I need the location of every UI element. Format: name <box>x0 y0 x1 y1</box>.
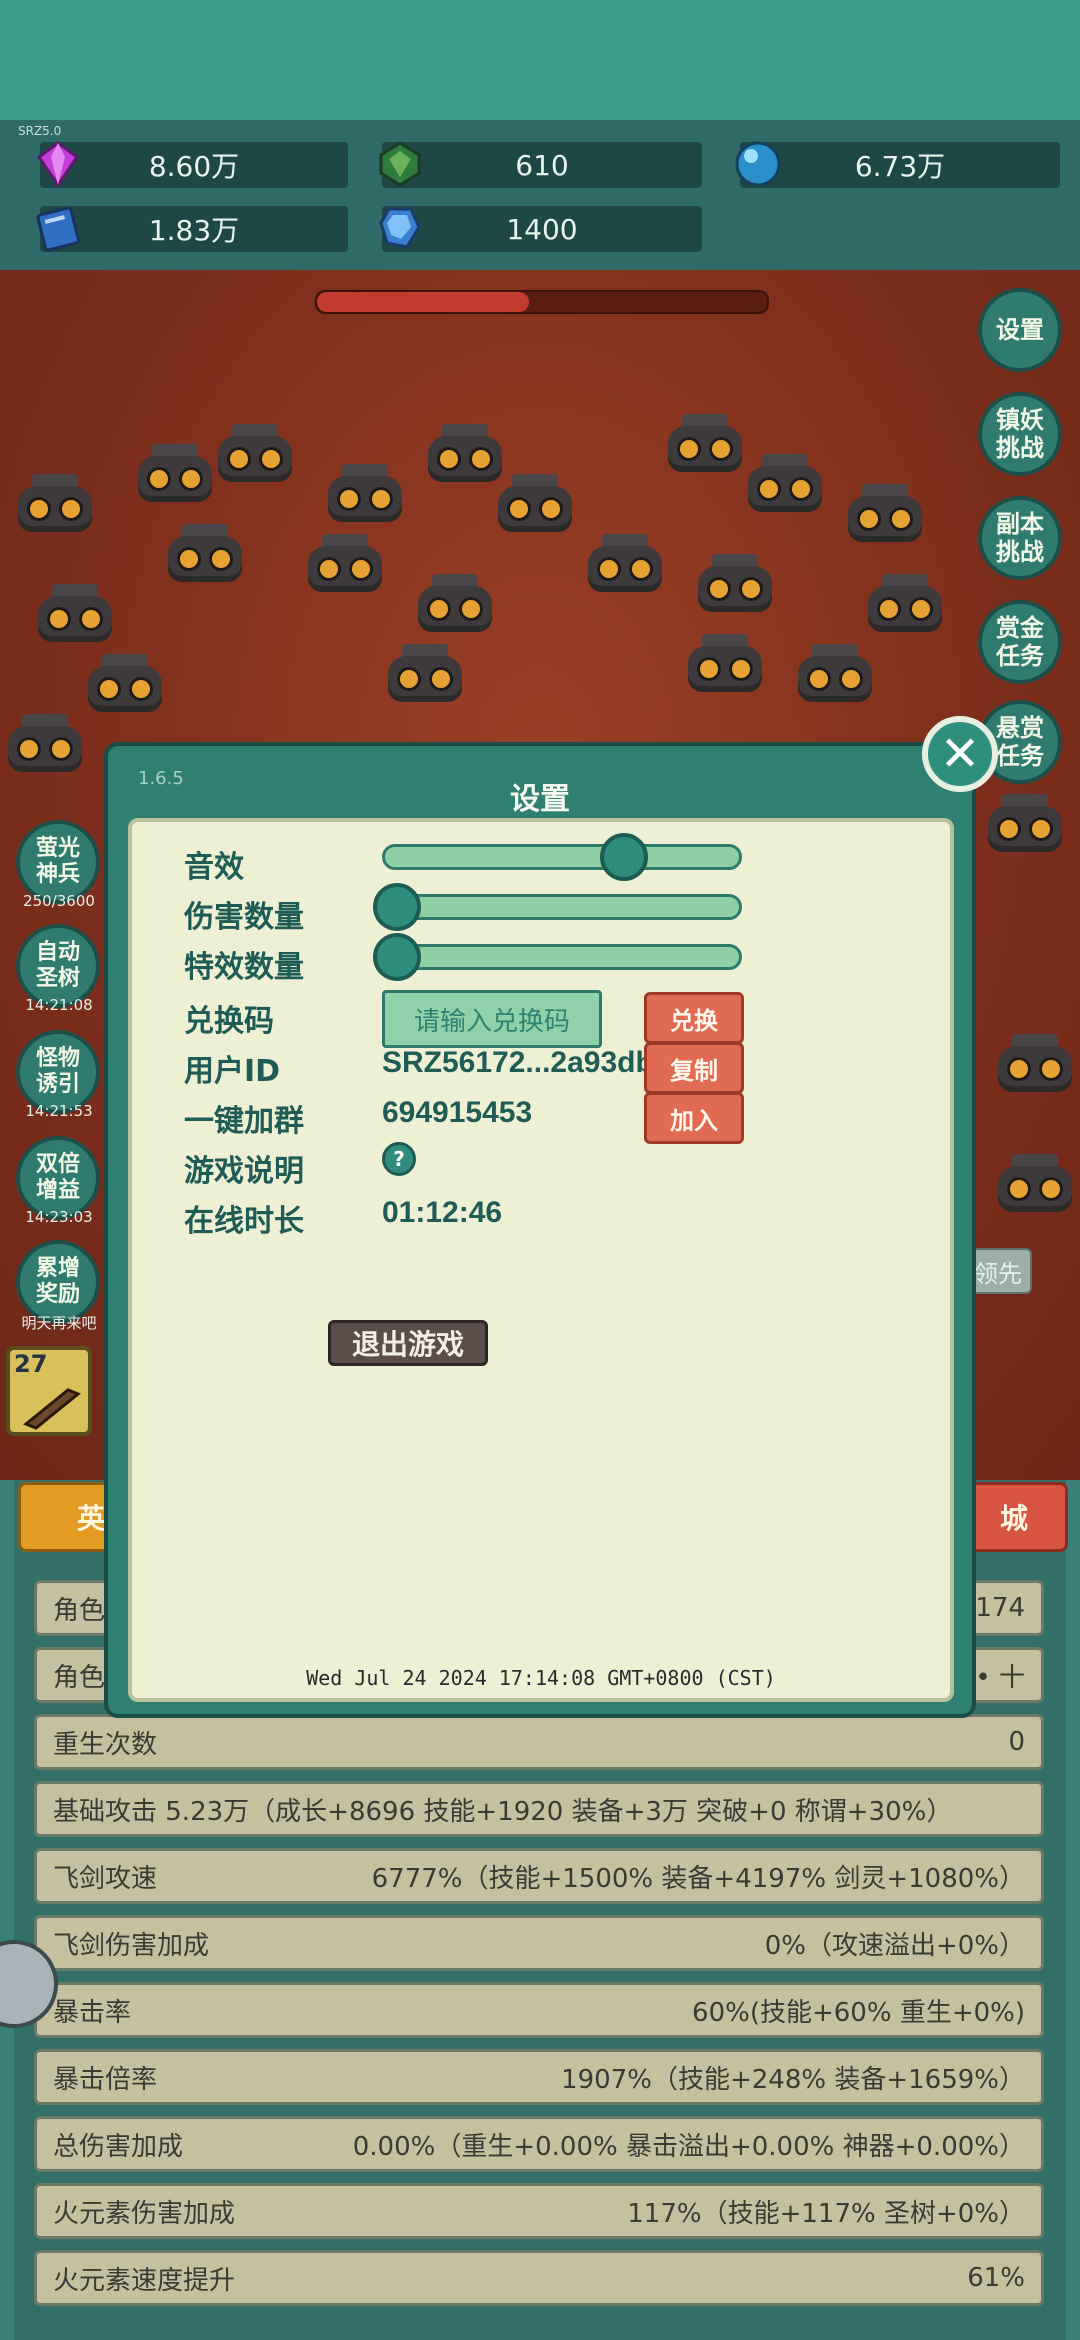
monster-lure-timer: 14:21:53 <box>25 1102 93 1120</box>
stat-row: 基础攻击 5.23万（成长+8696 技能+1920 装备+3万 突破+0 称谓… <box>34 1781 1044 1837</box>
sound-label: 音效 <box>184 850 244 885</box>
robot-enemy <box>0 710 90 780</box>
close-icon[interactable]: ✕ <box>922 716 998 792</box>
redeem-button[interactable]: 兑换 <box>644 992 744 1044</box>
stat-row: 火元素伤害加成 117%（技能+117% 圣树+0%） <box>34 2183 1044 2239</box>
stat-row: 暴击率 60%(技能+60% 重生+0%) <box>34 1982 1044 2038</box>
redeem-code-input[interactable]: 请输入兑换码 <box>382 990 602 1048</box>
status-bar <box>0 0 1080 120</box>
orb-icon <box>734 140 782 188</box>
effect-count-label: 特效数量 <box>184 950 304 985</box>
damage-count-slider[interactable] <box>373 883 742 931</box>
boss-hp-fill <box>317 292 529 312</box>
userid-value: SRZ56172...2a93dbcf <box>382 1046 681 1079</box>
copy-button[interactable]: 复制 <box>644 1042 744 1094</box>
sound-slider-knob[interactable] <box>599 833 648 881</box>
online-time-value: 01:12:46 <box>382 1196 503 1229</box>
resource-crystal: 1400 <box>379 206 702 252</box>
online-time-label: 在线时长 <box>184 1204 304 1239</box>
robot-enemy <box>860 570 950 640</box>
userid-label: 用户ID <box>184 1054 281 1089</box>
sound-slider[interactable] <box>382 833 742 881</box>
stat-row: 火元素速度提升 61% <box>34 2250 1044 2306</box>
group-label: 一键加群 <box>184 1104 304 1139</box>
tab-city[interactable]: 城 <box>960 1482 1068 1552</box>
robot-enemy <box>300 530 390 600</box>
crystal-icon <box>376 204 424 252</box>
stat-row: 重生次数 0 <box>34 1714 1044 1770</box>
robot-enemy <box>130 440 220 510</box>
robot-enemy <box>980 790 1070 860</box>
boss-hp-bar <box>315 290 769 314</box>
cumulative-reward-status: 明天再来吧 <box>21 1314 97 1332</box>
resource-emerald: 610 <box>379 141 702 188</box>
robot-enemy <box>840 480 930 550</box>
robot-enemy <box>490 470 580 540</box>
effect-count-slider-knob[interactable] <box>373 933 421 981</box>
level-badge: 27 <box>14 1350 48 1378</box>
exit-game-button[interactable]: 退出游戏 <box>328 1320 488 1366</box>
robot-enemy <box>690 550 780 620</box>
resource-book: 1.83万 <box>36 206 348 252</box>
emerald-icon <box>376 140 424 188</box>
robot-enemy <box>10 470 100 540</box>
damage-count-slider-knob[interactable] <box>373 883 421 931</box>
redeem-label: 兑换码 <box>184 1004 274 1039</box>
dungeon-challenge-button[interactable]: 副本 挑战 <box>978 496 1062 580</box>
sword-icon <box>22 1384 82 1434</box>
join-group-button[interactable]: 加入 <box>644 1092 744 1144</box>
auto-tree-timer: 14:21:08 <box>25 996 93 1014</box>
resource-gems: 8.60万 <box>36 141 348 188</box>
robot-enemy <box>410 570 500 640</box>
robot-enemy <box>30 580 120 650</box>
robot-enemy <box>160 520 250 590</box>
robot-enemy <box>580 530 670 600</box>
settings-button[interactable]: 设置 <box>978 288 1062 372</box>
robot-enemy <box>680 630 770 700</box>
settings-dialog: 1.6.5 设置 音效 伤害数量 特效数量 兑换码 请输入兑换码 兑换 用户ID… <box>104 742 976 1718</box>
gem-icon <box>34 140 82 188</box>
stat-row: 飞剑攻速 6777%（技能+1500% 装备+4197% 剑灵+1080%） <box>34 1848 1044 1904</box>
help-label: 游戏说明 <box>184 1154 304 1189</box>
double-buff-timer: 14:23:03 <box>25 1208 93 1226</box>
bounty-task-button[interactable]: 赏金 任务 <box>978 600 1062 684</box>
robot-enemy <box>990 1150 1080 1220</box>
robot-enemy <box>660 410 750 480</box>
group-number: 694915453 <box>382 1096 533 1129</box>
server-label: SRZ5.0 <box>18 124 62 138</box>
robot-enemy <box>740 450 830 520</box>
resource-orb: 6.73万 <box>735 141 1060 188</box>
robot-enemy <box>80 650 170 720</box>
book-icon <box>34 204 82 252</box>
robot-enemy <box>990 1030 1080 1100</box>
stat-row: 总伤害加成 0.00%（重生+0.00% 暴击溢出+0.00% 神器+0.00%） <box>34 2116 1044 2172</box>
firefly-weapon-progress: 250/3600 <box>23 892 95 910</box>
datetime-label: Wed Jul 24 2024 17:14:08 GMT+0800 (CST) <box>306 1666 776 1690</box>
robot-enemy <box>380 640 470 710</box>
demon-challenge-button[interactable]: 镇妖 挑战 <box>978 392 1062 476</box>
skill-slot[interactable]: 27 <box>6 1346 92 1436</box>
damage-count-label: 伤害数量 <box>184 900 304 935</box>
robot-enemy <box>210 420 300 490</box>
effect-count-slider[interactable] <box>373 933 742 981</box>
stat-row: 飞剑伤害加成 0%（攻速溢出+0%） <box>34 1915 1044 1971</box>
settings-panel: 音效 伤害数量 特效数量 兑换码 请输入兑换码 兑换 用户ID SRZ56172… <box>128 818 954 1702</box>
help-icon[interactable]: ? <box>382 1142 416 1176</box>
robot-enemy <box>320 460 410 530</box>
dialog-title: 设置 <box>510 782 570 817</box>
stat-row: 暴击倍率 1907%（技能+248% 装备+1659%） <box>34 2049 1044 2105</box>
robot-enemy <box>790 640 880 710</box>
